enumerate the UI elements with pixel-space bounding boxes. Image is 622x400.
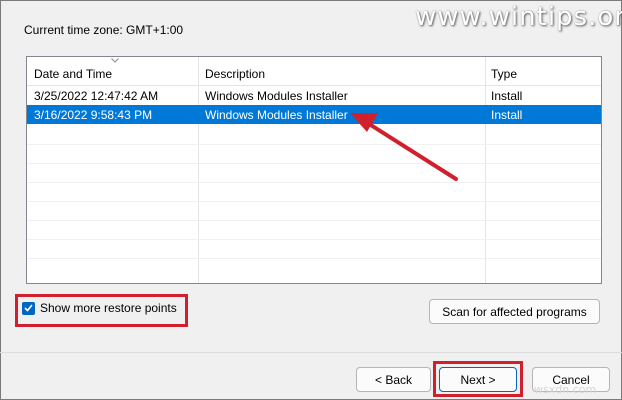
checkbox-box[interactable] — [22, 301, 35, 315]
row-type: Install — [491, 108, 523, 122]
checkmark-icon — [24, 304, 33, 312]
row-date: 3/25/2022 12:47:42 AM — [34, 89, 159, 103]
column-header-type[interactable]: Type — [491, 67, 517, 81]
list-header: Date and Time Description Type — [27, 57, 601, 86]
empty-row-line — [27, 258, 601, 259]
empty-row-line — [27, 163, 601, 164]
row-description: Windows Modules Installer — [205, 108, 348, 122]
show-more-restore-points-checkbox[interactable]: Show more restore points — [22, 301, 177, 315]
back-button[interactable]: < Back — [356, 367, 431, 392]
empty-row-line — [27, 220, 601, 221]
empty-row-line — [27, 144, 601, 145]
row-description: Windows Modules Installer — [205, 89, 348, 103]
scan-affected-programs-button[interactable]: Scan for affected programs — [429, 299, 600, 324]
empty-row-line — [27, 182, 601, 183]
empty-row-line — [27, 201, 601, 202]
watermark: www.wintips.org — [415, 2, 622, 32]
column-header-description[interactable]: Description — [205, 67, 265, 81]
restore-points-list[interactable]: Date and Time Description Type 3/25/2022… — [26, 56, 602, 284]
checkbox-label: Show more restore points — [40, 301, 177, 315]
table-row-selected[interactable]: 3/16/2022 9:58:43 PM Windows Modules Ins… — [27, 105, 601, 124]
footer-separator — [0, 352, 622, 353]
watermark-small: wsxdn.com — [534, 383, 597, 396]
timezone-label: Current time zone: GMT+1:00 — [24, 23, 184, 37]
column-header-date[interactable]: Date and Time — [34, 67, 112, 81]
table-row[interactable]: 3/25/2022 12:47:42 AM Windows Modules In… — [27, 86, 601, 105]
sort-chevron-icon — [111, 58, 119, 63]
next-button[interactable]: Next > — [439, 367, 517, 392]
row-type: Install — [491, 89, 523, 103]
row-date: 3/16/2022 9:58:43 PM — [34, 108, 153, 122]
empty-row-line — [27, 239, 601, 240]
